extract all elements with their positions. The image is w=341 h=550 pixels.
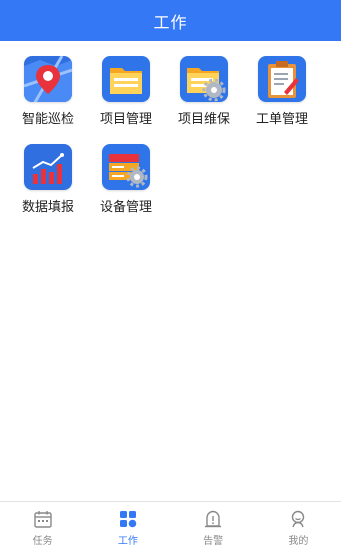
tab-work[interactable]: 工作 xyxy=(85,502,170,550)
app-tile-project-management[interactable]: 项目管理 xyxy=(87,41,165,127)
app-label: 项目管理 xyxy=(99,112,152,127)
page-title: 工作 xyxy=(153,12,188,32)
app-label: 工单管理 xyxy=(255,112,308,127)
tab-label: 我的 xyxy=(288,536,309,547)
folder-gear-icon xyxy=(180,56,228,102)
calendar-icon xyxy=(32,508,54,530)
alarm-icon xyxy=(202,508,224,530)
tab-alarms[interactable]: 告警 xyxy=(171,502,256,550)
clipboard-icon xyxy=(258,56,306,102)
grid-icon xyxy=(117,508,139,530)
app-tile-device-management[interactable]: 设备管理 xyxy=(87,129,165,215)
app-tile-project-maintenance[interactable]: 项目维保 xyxy=(165,41,243,127)
tab-label: 任务 xyxy=(32,536,53,547)
app-tile-work-order[interactable]: 工单管理 xyxy=(243,41,321,127)
folder-icon xyxy=(102,56,150,102)
app-label: 智能巡检 xyxy=(21,112,74,127)
tab-tasks[interactable]: 任务 xyxy=(0,502,85,550)
tab-label: 工作 xyxy=(117,536,138,547)
bar-chart-icon xyxy=(24,144,72,190)
app-label: 项目维保 xyxy=(177,112,230,127)
tab-label: 告警 xyxy=(203,536,224,547)
app-tile-data-entry[interactable]: 数据填报 xyxy=(9,129,87,215)
bottom-tab-bar: 任务 工作 告警 我的 xyxy=(0,501,341,550)
device-gear-icon xyxy=(102,144,150,190)
app-label: 设备管理 xyxy=(99,200,152,215)
user-icon xyxy=(287,508,309,530)
tab-me[interactable]: 我的 xyxy=(256,502,341,550)
map-pin-icon xyxy=(24,56,72,102)
app-tile-smart-inspection[interactable]: 智能巡检 xyxy=(9,41,87,127)
app-header: 工作 xyxy=(0,0,341,41)
app-label: 数据填报 xyxy=(21,200,74,215)
